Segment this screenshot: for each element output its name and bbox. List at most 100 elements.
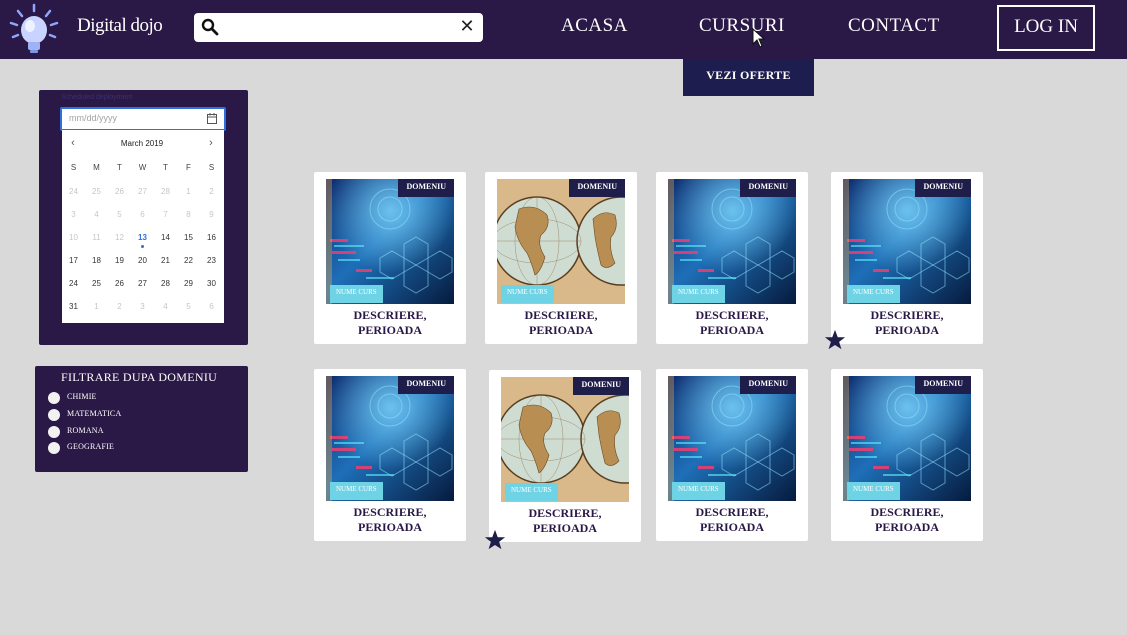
weekday-label: W <box>138 163 147 172</box>
logo-text[interactable]: Digital dojo <box>77 15 163 37</box>
description-line: DESCRIERE, <box>524 308 598 322</box>
course-name-tag: NUME CURS <box>672 482 725 500</box>
nav-cursuri[interactable]: CURSURI <box>699 15 785 37</box>
calendar-day: 2 <box>117 302 122 311</box>
calendar-day: 3 <box>71 210 76 219</box>
filter-option-label: ROMANA <box>67 426 104 435</box>
calendar-day[interactable]: 29 <box>177 274 200 297</box>
login-button[interactable]: LOG IN <box>997 5 1095 51</box>
calendar-day[interactable]: 16 <box>200 228 223 251</box>
calendar-day[interactable]: 15 <box>177 228 200 251</box>
weekday-header-row: SMTWTFS <box>62 159 224 182</box>
calendar-day[interactable]: 23 <box>200 251 223 274</box>
filter-title: FILTRARE DUPA DOMENIU <box>61 370 218 384</box>
weekday-label: T <box>117 163 122 172</box>
next-month-chevron-icon[interactable]: › <box>204 137 218 149</box>
calendar-day[interactable]: 18 <box>85 251 108 274</box>
radio-button[interactable] <box>48 442 60 454</box>
period-line: PERIOADA <box>357 323 422 337</box>
calendar-icon[interactable] <box>207 113 217 124</box>
radio-button[interactable] <box>48 409 60 421</box>
filter-option-label: CHIMIE <box>67 392 97 401</box>
course-name-tag: NUME CURS <box>847 285 900 303</box>
calendar-day[interactable]: 22 <box>177 251 200 274</box>
favorite-star-icon[interactable] <box>484 529 506 551</box>
calendar-day[interactable]: 30 <box>200 274 223 297</box>
nav-acasa[interactable]: ACASA <box>561 15 628 37</box>
calendar-day[interactable]: 21 <box>154 251 177 274</box>
radio-button[interactable] <box>48 426 60 438</box>
course-card[interactable]: DOMENIU NUME CURS DESCRIERE, PERIOADA <box>485 172 637 344</box>
calendar-day[interactable]: 24 <box>62 274 85 297</box>
course-card[interactable]: DOMENIU NUME CURS DESCRIERE, PERIOADA <box>314 172 466 344</box>
search-icon[interactable] <box>201 18 219 36</box>
calendar-day[interactable]: 19 <box>108 251 131 274</box>
domain-tag: DOMENIU <box>573 377 629 395</box>
period-line: PERIOADA <box>699 323 764 337</box>
calendar-day[interactable]: 13 <box>131 228 154 251</box>
calendar-day[interactable]: 17 <box>62 251 85 274</box>
domain-tag: DOMENIU <box>915 179 971 197</box>
course-name-tag: NUME CURS <box>330 482 383 500</box>
search-bar: ✕ <box>194 13 483 42</box>
calendar-day: 1 <box>94 302 99 311</box>
calendar-day[interactable]: 26 <box>108 274 131 297</box>
course-card[interactable]: DOMENIU NUME CURS DESCRIERE, PERIOADA <box>831 369 983 541</box>
domain-tag: DOMENIU <box>740 376 796 394</box>
period-line: PERIOADA <box>874 323 939 337</box>
calendar-week-row: 24 25 26 27 28 1 2 <box>62 182 224 205</box>
domain-tag: DOMENIU <box>915 376 971 394</box>
calendar-day[interactable]: 27 <box>131 274 154 297</box>
calendar-day: 2 <box>209 187 214 196</box>
favorite-star-icon[interactable] <box>824 329 846 351</box>
course-card[interactable]: DOMENIU NUME CURS DESCRIERE, PERIOADA <box>831 172 983 344</box>
description-line: DESCRIERE, <box>353 505 427 519</box>
description-line: DESCRIERE, <box>353 308 427 322</box>
course-name-tag: NUME CURS <box>505 483 558 501</box>
course-description: DESCRIERE, PERIOADA <box>831 505 983 535</box>
calendar-day: 4 <box>94 210 99 219</box>
calendar-day: 28 <box>161 187 170 196</box>
course-description: DESCRIERE, PERIOADA <box>314 308 466 338</box>
course-card[interactable]: DOMENIU NUME CURS DESCRIERE, PERIOADA <box>656 369 808 541</box>
dropdown-vezi-oferte[interactable]: VEZI OFERTE <box>683 59 814 96</box>
calendar-grid: S M T W T F S 24 25 26 27 28 1 2 3 4 5 6 7 8 9 10 11 12 13 14 15 16… <box>62 159 224 320</box>
weekday-label: S <box>208 163 215 172</box>
calendar-day[interactable]: 28 <box>154 274 177 297</box>
course-description: DESCRIERE, PERIOADA <box>489 506 641 536</box>
lightbulb-logo-icon[interactable] <box>8 3 60 55</box>
course-name-tag: NUME CURS <box>672 285 725 303</box>
description-line: DESCRIERE, <box>528 506 602 520</box>
course-name-tag: NUME CURS <box>501 285 554 303</box>
calendar-day[interactable]: 31 <box>62 297 85 320</box>
calendar-week-row: 17 18 19 20 21 22 23 <box>62 251 224 274</box>
radio-button[interactable] <box>48 392 60 404</box>
course-card[interactable]: DOMENIU NUME CURS DESCRIERE, PERIOADA <box>314 369 466 541</box>
calendar-day: 3 <box>140 302 145 311</box>
weekday-label: S <box>70 163 77 172</box>
filter-option-label: MATEMATICA <box>67 409 122 418</box>
calendar-week-row: 31 1 2 3 4 5 6 <box>62 297 224 320</box>
calendar-month-title: March 2019 <box>120 139 164 148</box>
filter-option-label: GEOGRAFIE <box>67 442 115 451</box>
description-line: DESCRIERE, <box>695 505 769 519</box>
description-line: DESCRIERE, <box>870 308 944 322</box>
calendar-day: 10 <box>69 233 78 242</box>
calendar-day: 6 <box>140 210 145 219</box>
weekday-label: T <box>163 163 168 172</box>
calendar-day[interactable]: 14 <box>154 228 177 251</box>
calendar-day[interactable]: 20 <box>131 251 154 274</box>
nav-contact[interactable]: CONTACT <box>848 15 940 37</box>
period-line: PERIOADA <box>699 520 764 534</box>
domain-tag: DOMENIU <box>398 376 454 394</box>
period-line: PERIOADA <box>532 521 597 535</box>
search-input[interactable] <box>226 17 450 39</box>
course-card[interactable]: DOMENIU NUME CURS DESCRIERE, PERIOADA <box>489 370 641 542</box>
calendar-day[interactable]: 25 <box>85 274 108 297</box>
date-input[interactable]: mm/dd/yyyy <box>60 107 226 131</box>
course-name-tag: NUME CURS <box>330 285 383 303</box>
course-card[interactable]: DOMENIU NUME CURS DESCRIERE, PERIOADA <box>656 172 808 344</box>
clear-search-icon[interactable]: ✕ <box>457 16 477 38</box>
description-line: DESCRIERE, <box>870 505 944 519</box>
domain-tag: DOMENIU <box>569 179 625 197</box>
